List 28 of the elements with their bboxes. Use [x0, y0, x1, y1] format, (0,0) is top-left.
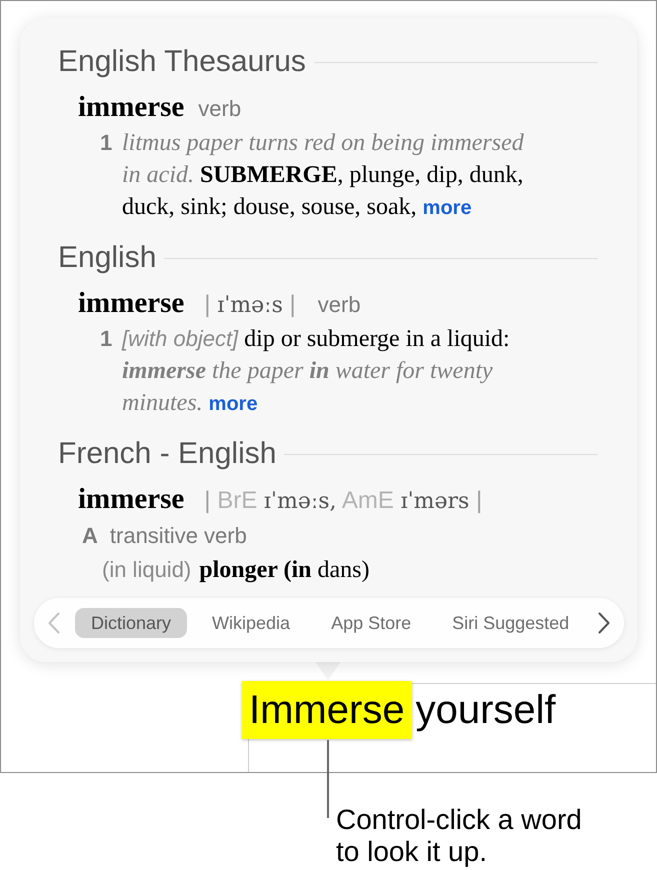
context-label: (in liquid)	[102, 556, 192, 584]
section-heading: English Thesaurus	[58, 44, 306, 80]
tab[interactable]: Siri Suggested	[436, 608, 586, 638]
sense-text: [with object] dip or submerge in a liquid: immerse the paper in water for twenty minutes. more	[122, 325, 511, 418]
chevron-right-icon[interactable]	[598, 612, 610, 634]
pronunciation-text: | ɪˈməːs |	[204, 290, 296, 320]
highlighted-word: Immerse	[242, 681, 412, 739]
part-of-speech: transitive verb	[110, 522, 247, 550]
caption-text: Control-click a word to look it up.	[336, 804, 583, 868]
sense-text: litmus paper turns red on being immersed in acid. SUBMERGE, plunge, dip, dunk, duck, sink; douse, souse, soak, more	[122, 129, 525, 222]
headword: immerse	[78, 482, 184, 517]
part-of-speech: verb	[198, 95, 242, 123]
section-heading: French - English	[58, 436, 276, 472]
sense-letter: A	[82, 522, 98, 550]
more-link[interactable]: more	[422, 197, 472, 219]
tab[interactable]: Dictionary	[75, 608, 188, 638]
document-text: yourself	[416, 687, 556, 734]
tab[interactable]: App Store	[315, 608, 428, 638]
pronunciation-text: | BrE ɪˈməːs, AmE ɪˈmərs |	[204, 486, 482, 516]
tab[interactable]: Wikipedia	[196, 608, 306, 638]
headword: immerse	[78, 286, 184, 321]
headword: immerse	[78, 90, 184, 125]
more-link[interactable]: more	[208, 393, 258, 415]
sense-number: 1	[100, 325, 114, 353]
translation-text: plonger (in dans)	[199, 556, 370, 585]
sense-number: 1	[100, 129, 114, 157]
section-heading: English	[58, 240, 156, 276]
part-of-speech: verb	[318, 291, 361, 319]
